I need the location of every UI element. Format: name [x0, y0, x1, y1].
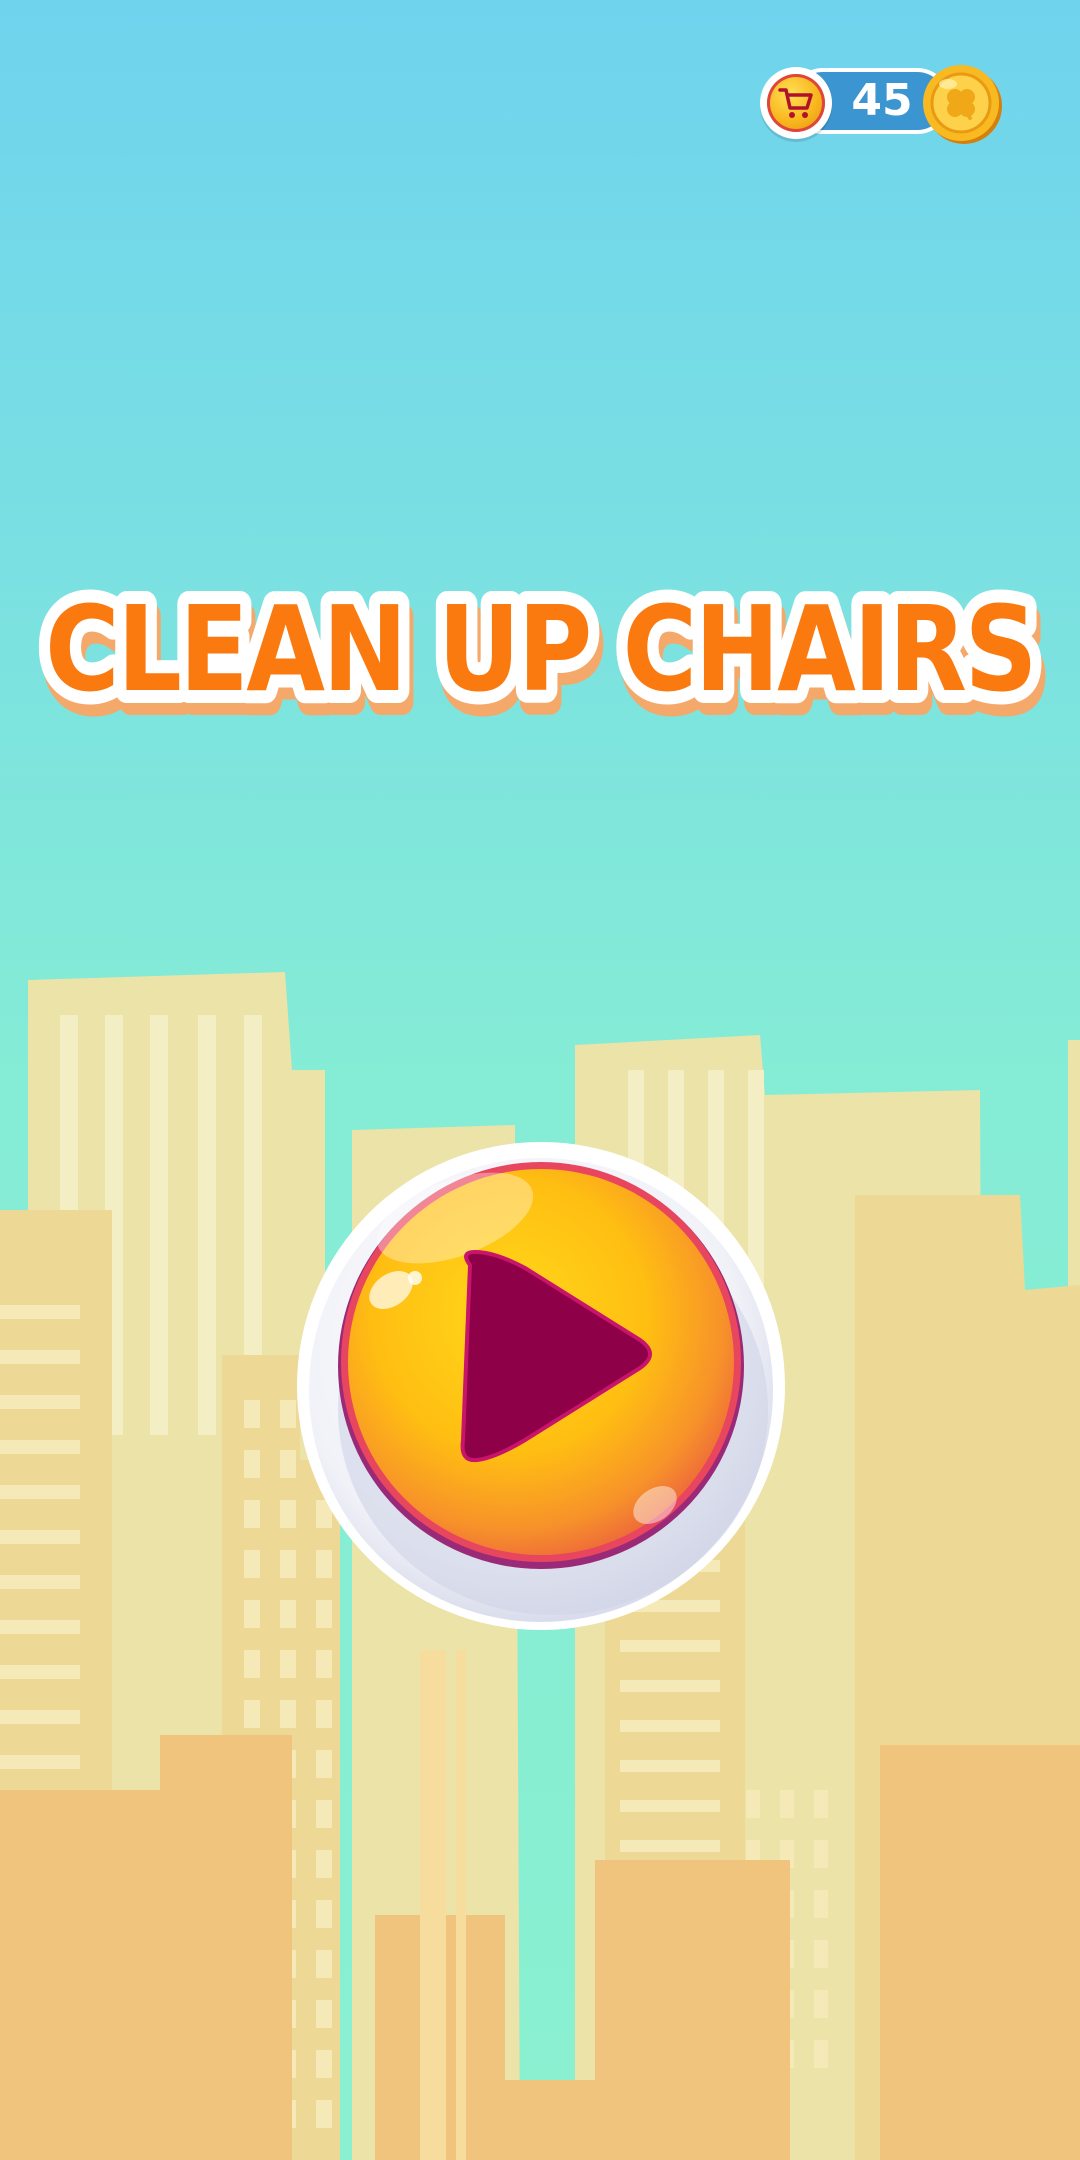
city-skyline-background: [0, 0, 1080, 2160]
game-title: CLEAN UP CHAIRS CLEAN UP CHAIRS CLEAN UP…: [0, 560, 1080, 743]
cart-icon: [767, 74, 825, 132]
coin-count: 45: [851, 75, 913, 126]
play-button[interactable]: [295, 1140, 787, 1632]
clover-coin-icon: [923, 65, 1002, 144]
coin-counter: 45: [760, 62, 1005, 144]
game-start-screen: 45 CLEAN UP CHAIRS CLEAN UP CHAIRS CLEAN…: [0, 0, 1080, 2160]
game-title-text: CLEAN UP CHAIRS: [45, 580, 1035, 718]
shop-button[interactable]: [760, 67, 832, 139]
